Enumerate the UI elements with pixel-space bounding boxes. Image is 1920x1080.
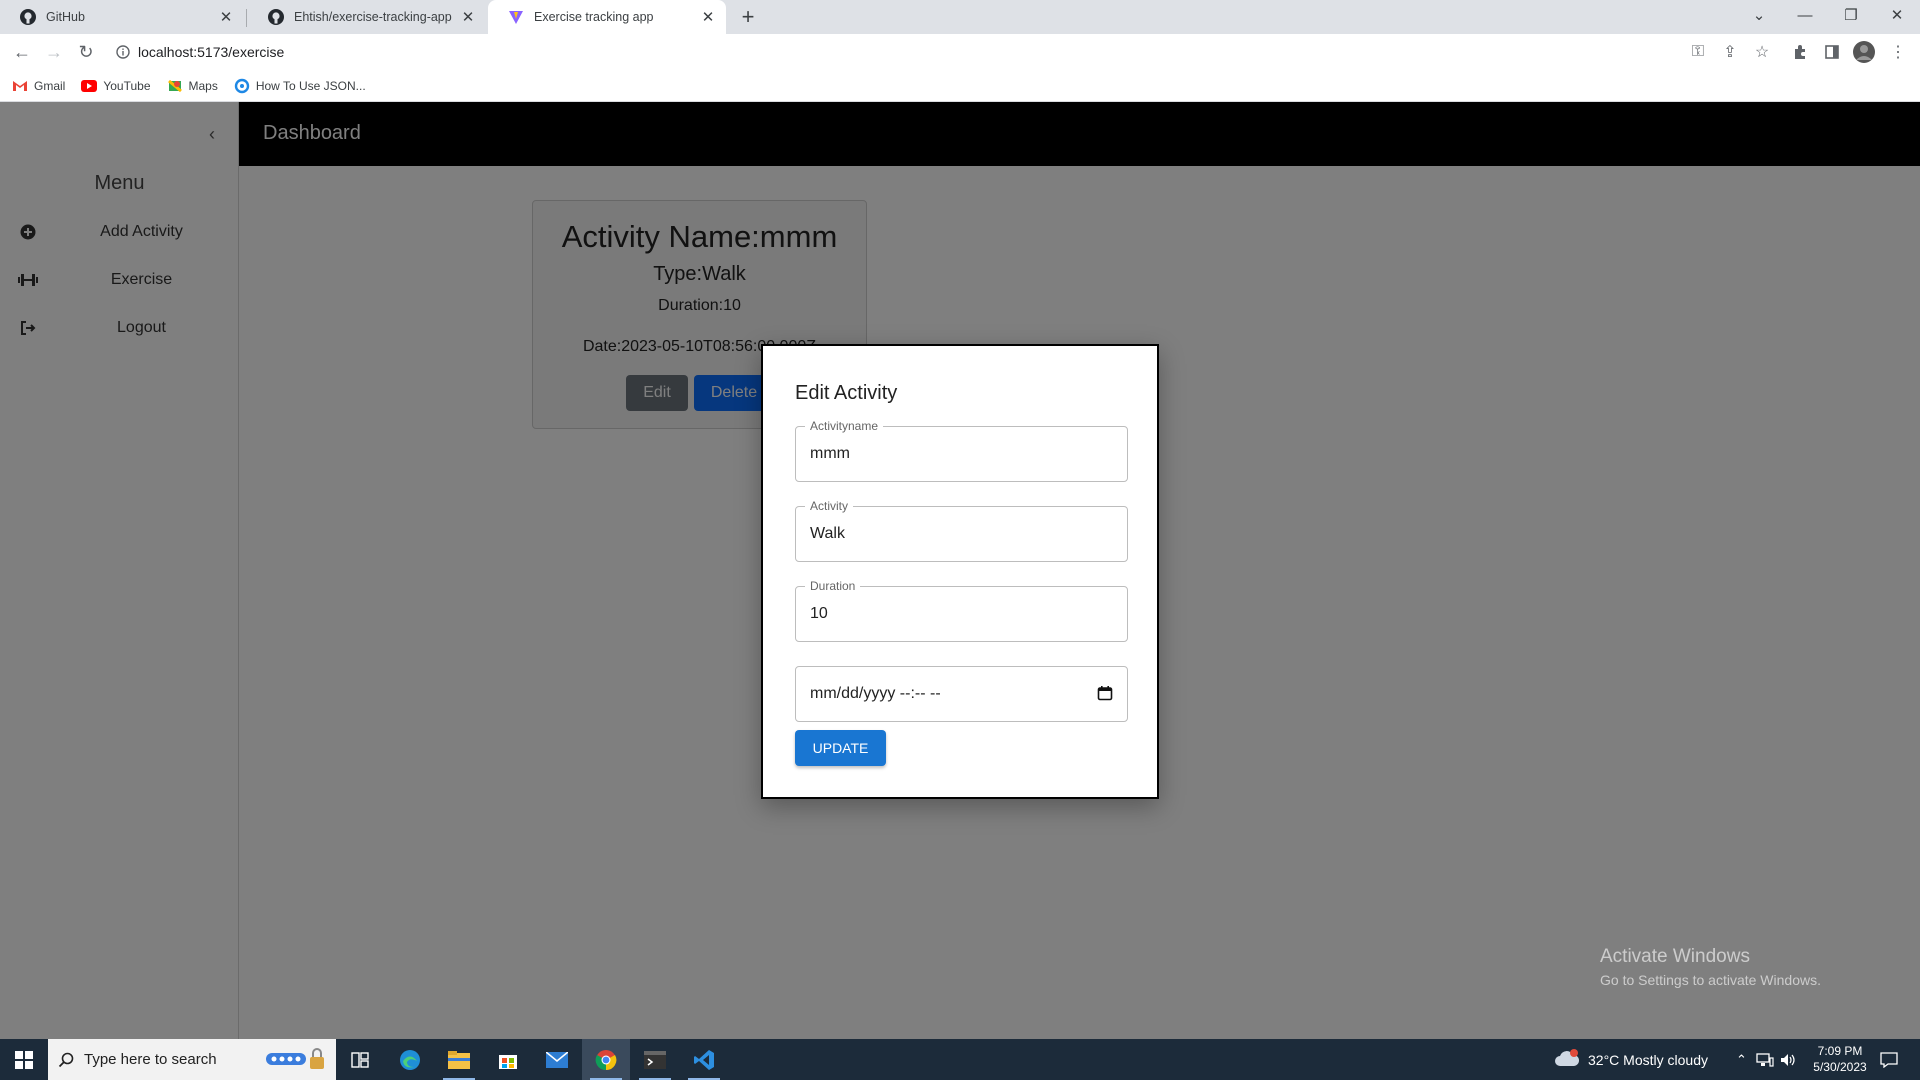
clock-date: 5/30/2023 — [1813, 1060, 1867, 1074]
chrome-taskbar-icon[interactable] — [582, 1039, 630, 1080]
youtube-icon — [81, 78, 98, 94]
chrome-menu-icon[interactable]: ⋮ — [1886, 40, 1910, 64]
browser-tab-strip: GitHub ✕ Ehtish/exercise-tracking-app ✕ … — [0, 0, 1920, 34]
tab-title: Exercise tracking app — [534, 10, 654, 24]
vite-icon — [508, 9, 524, 25]
close-tab-icon[interactable]: ✕ — [216, 7, 236, 27]
bookmark-label: YouTube — [103, 78, 151, 93]
dialog-title: Edit Activity — [795, 382, 898, 404]
close-tab-icon[interactable]: ✕ — [698, 7, 718, 27]
field-value: mmm — [810, 445, 850, 462]
profile-avatar[interactable] — [1852, 40, 1876, 64]
bookmark-label: Maps — [188, 78, 218, 93]
mail-icon[interactable] — [533, 1039, 581, 1080]
address-bar[interactable]: localhost:5173/exercise — [108, 37, 1716, 67]
bookmark-label: How To Use JSON... — [255, 78, 366, 93]
field-label: Activityname — [805, 419, 884, 433]
bookmarks-bar: Gmail YouTube Maps How To Use JSON... — [0, 70, 1920, 102]
site-info-icon[interactable] — [108, 45, 138, 59]
bookmark-gmail[interactable]: Gmail — [12, 78, 65, 94]
browser-toolbar: ← → ↻ localhost:5173/exercise ⚿ ⇪ ☆ ⋮ — [0, 34, 1920, 70]
network-icon[interactable] — [1756, 1039, 1774, 1080]
field-label: Activity — [805, 499, 854, 513]
tab-title: GitHub — [46, 10, 85, 24]
datetime-field[interactable]: mm/dd/yyyy --:-- -- — [795, 666, 1128, 722]
field-value: 10 — [810, 605, 828, 622]
extensions-icon[interactable] — [1788, 40, 1812, 64]
url-text: localhost:5173/exercise — [138, 44, 285, 60]
taskbar-search-box[interactable]: Type here to search — [48, 1039, 336, 1080]
calendar-icon[interactable] — [1097, 685, 1113, 701]
field-label: Duration — [805, 579, 861, 593]
json-site-icon — [234, 78, 250, 94]
search-highlight-icon — [264, 1047, 326, 1071]
edit-activity-dialog: Edit Activity Activityname mmm Activity … — [761, 344, 1159, 799]
bookmark-maps[interactable]: Maps — [167, 78, 218, 94]
windows-start-icon[interactable] — [0, 1039, 48, 1080]
windows-activation-watermark: Activate Windows Go to Settings to activ… — [1600, 946, 1821, 988]
bookmark-youtube[interactable]: YouTube — [81, 78, 151, 94]
watermark-subtitle: Go to Settings to activate Windows. — [1600, 972, 1821, 988]
github-icon — [268, 9, 284, 25]
tab-separator — [246, 9, 247, 27]
gmail-icon — [12, 78, 28, 94]
tab-exercise-repo[interactable]: Ehtish/exercise-tracking-app ✕ — [248, 0, 486, 34]
tab-search-icon[interactable]: ⌄ — [1736, 0, 1782, 30]
side-panel-icon[interactable] — [1820, 40, 1844, 64]
cloud-icon — [1554, 1049, 1580, 1070]
activity-type-field[interactable]: Activity Walk — [795, 499, 1128, 562]
system-clock[interactable]: 7:09 PM 5/30/2023 — [1805, 1043, 1875, 1075]
edge-icon[interactable] — [386, 1039, 434, 1080]
new-tab-button[interactable]: + — [736, 4, 760, 29]
bookmark-star-icon[interactable]: ☆ — [1750, 40, 1774, 64]
notification-center-icon[interactable] — [1880, 1039, 1898, 1080]
activityname-field[interactable]: Activityname mmm — [795, 419, 1128, 482]
close-tab-icon[interactable]: ✕ — [458, 7, 478, 27]
key-icon[interactable]: ⚿ — [1686, 40, 1710, 64]
back-icon[interactable]: ← — [8, 38, 36, 66]
show-hidden-icons-icon[interactable]: ⌃ — [1736, 1039, 1747, 1080]
maps-icon — [167, 78, 183, 94]
close-window-icon[interactable]: ✕ — [1874, 0, 1920, 30]
bookmark-label: Gmail — [34, 78, 66, 93]
share-icon[interactable]: ⇪ — [1718, 40, 1742, 64]
tab-title: Ehtish/exercise-tracking-app — [294, 10, 452, 24]
reload-icon[interactable]: ↻ — [72, 38, 100, 66]
weather-widget[interactable]: 32°C Mostly cloudy — [1554, 1039, 1708, 1080]
minimize-icon[interactable]: — — [1782, 0, 1828, 30]
terminal-icon[interactable] — [631, 1039, 679, 1080]
tab-github[interactable]: GitHub ✕ — [0, 0, 244, 34]
update-button[interactable]: UPDATE — [795, 730, 886, 766]
restore-icon[interactable]: ❐ — [1828, 0, 1874, 30]
vscode-icon[interactable] — [680, 1039, 728, 1080]
watermark-title: Activate Windows — [1600, 946, 1750, 967]
volume-icon[interactable] — [1780, 1039, 1796, 1080]
search-placeholder: Type here to search — [84, 1051, 217, 1068]
file-explorer-icon[interactable] — [435, 1039, 483, 1080]
weather-text: 32°C Mostly cloudy — [1588, 1051, 1708, 1068]
task-view-icon[interactable] — [336, 1039, 384, 1080]
tab-exercise-app[interactable]: Exercise tracking app ✕ — [488, 0, 726, 34]
windows-taskbar: Type here to search 32°C Mostly cloudy ⌃ — [0, 1039, 1920, 1080]
datetime-placeholder: mm/dd/yyyy --:-- -- — [810, 685, 941, 702]
github-icon — [20, 9, 36, 25]
microsoft-store-icon[interactable] — [484, 1039, 532, 1080]
clock-time: 7:09 PM — [1817, 1044, 1863, 1058]
forward-icon[interactable]: → — [40, 38, 68, 66]
duration-field[interactable]: Duration 10 — [795, 579, 1128, 642]
field-value: Walk — [810, 525, 845, 542]
search-icon — [48, 1052, 84, 1068]
bookmark-json[interactable]: How To Use JSON... — [234, 78, 366, 94]
